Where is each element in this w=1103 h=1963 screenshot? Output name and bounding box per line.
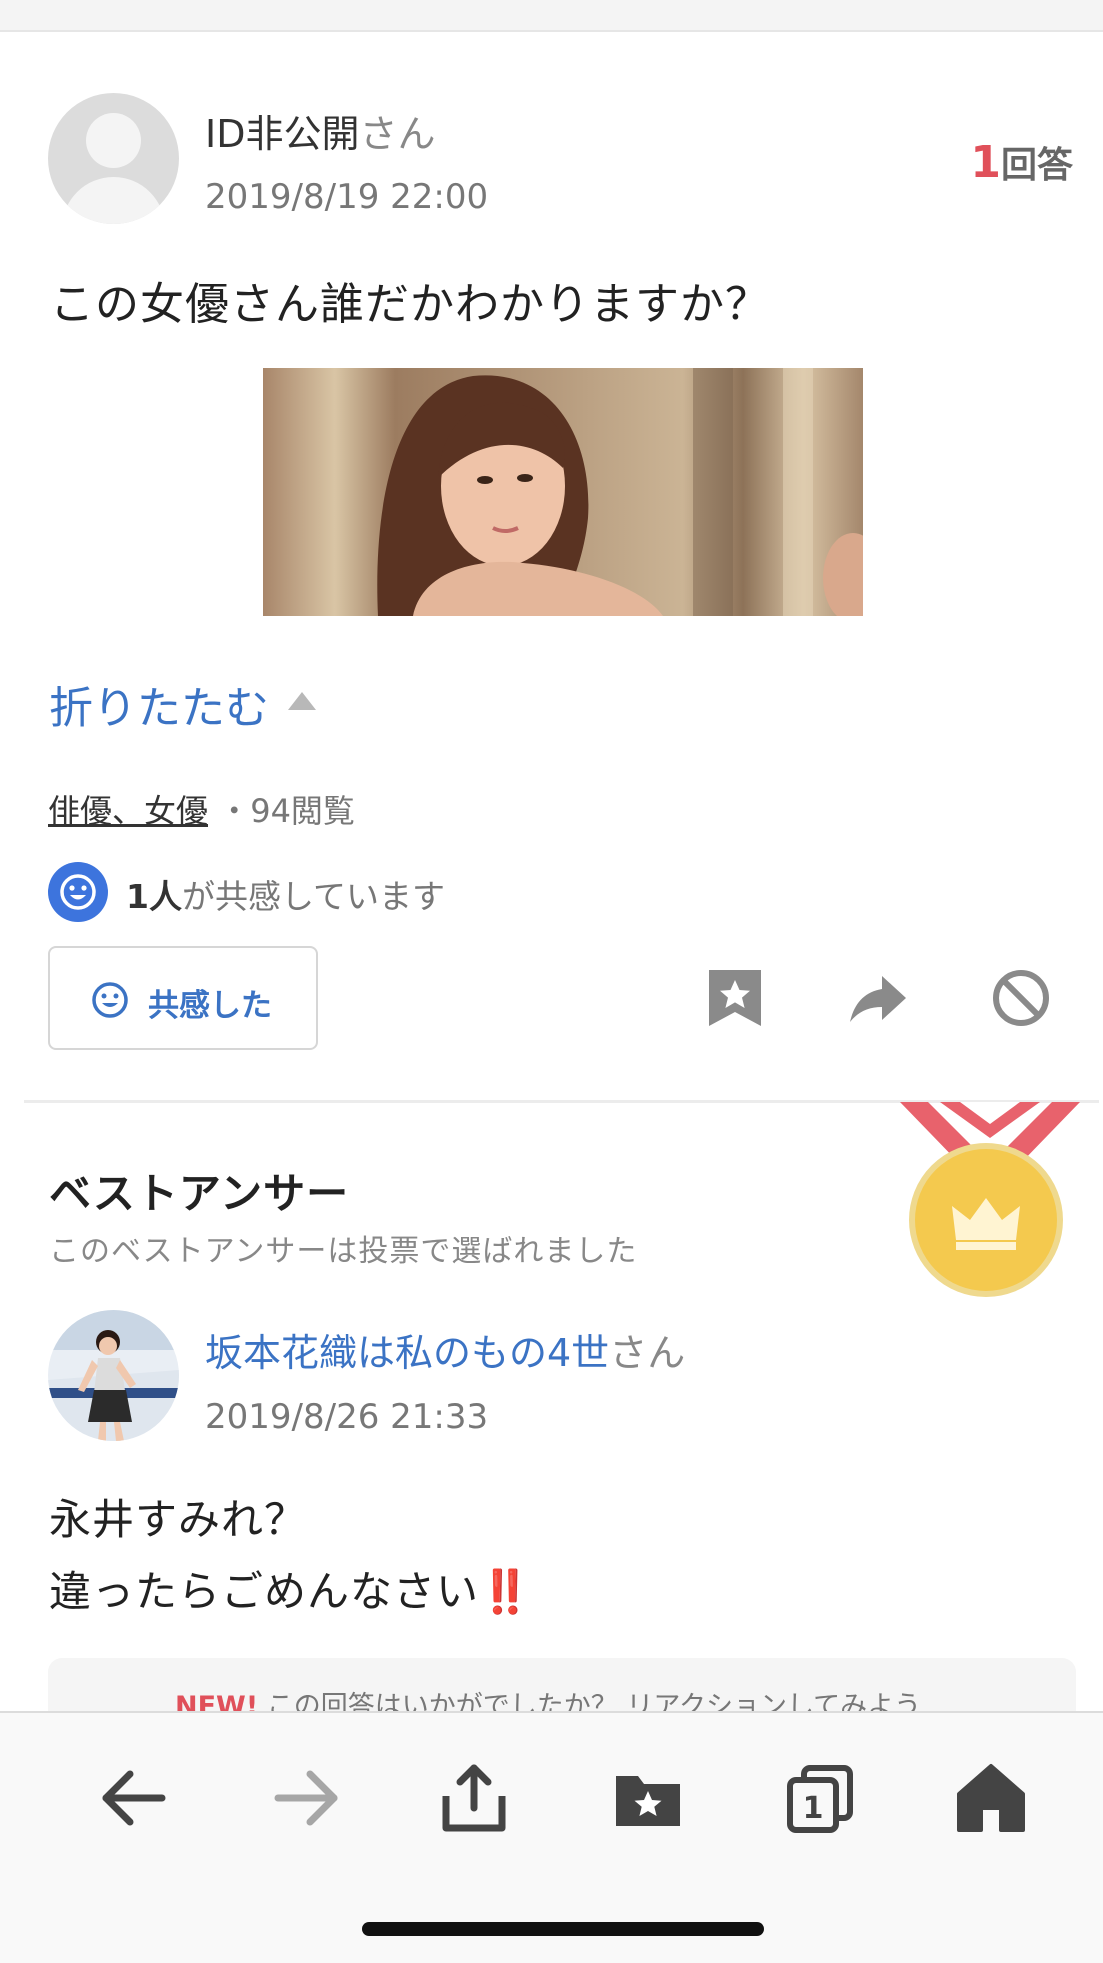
asker-avatar[interactable] [48, 93, 179, 224]
smile-badge-icon [48, 862, 108, 922]
answerer-avatar[interactable] [48, 1310, 179, 1441]
view-label: 閲覧 [290, 792, 355, 830]
empathy-button-label: 共感した [148, 988, 272, 1024]
empathy-button[interactable]: 共感した [48, 946, 318, 1050]
question-text: この女優さん誰だかわかりますか？ [50, 279, 770, 330]
back-icon[interactable] [98, 1762, 170, 1834]
answer-count-number: 1 [970, 137, 1001, 188]
empathy-count: 1人 [126, 877, 182, 916]
bookmark-icon[interactable] [703, 966, 767, 1030]
home-icon[interactable] [955, 1762, 1027, 1834]
question-date: 2019/8/19 22:00 [205, 177, 489, 217]
empathy-status: 1人が共感しています [126, 870, 445, 918]
tabs-icon[interactable]: 1 [784, 1762, 856, 1834]
category-link[interactable]: 俳優、女優 [48, 792, 208, 830]
collapse-up-icon[interactable] [288, 692, 316, 710]
asker-honorific: さん [359, 112, 436, 156]
answerer-name[interactable]: 坂本花織は私のもの4世さん [205, 1322, 685, 1377]
asker-name[interactable]: ID非公開さん [205, 103, 435, 158]
tabs-count: 1 [803, 1791, 824, 1826]
answer-text-line2: 違ったらごめんなさい‼️ [49, 1558, 532, 1619]
crown-medal-icon [900, 1102, 1080, 1302]
answer-text-line2-body: 違ったらごめんなさい [49, 1567, 480, 1616]
view-count: 94 [250, 792, 291, 830]
answerer-honorific: さん [609, 1331, 686, 1375]
question-image[interactable] [263, 368, 863, 616]
forward-icon[interactable] [270, 1762, 342, 1834]
answer-text-line1: 永井すみれ？ [49, 1495, 308, 1544]
collapse-link[interactable]: 折りたたむ [49, 672, 269, 736]
bookmarks-folder-icon[interactable] [612, 1762, 684, 1834]
smile-icon [90, 980, 130, 1024]
best-answer-subtitle: このベストアンサーは投票で選ばれました [49, 1234, 638, 1269]
answer-count[interactable]: 1回答 [970, 136, 1073, 188]
answerer-name-text: 坂本花織は私のもの4世 [205, 1331, 610, 1375]
asker-name-text: ID非公開 [205, 112, 360, 156]
empathy-suffix: が共感しています [181, 877, 445, 916]
category-views: 俳優、女優 ・94閲覧 [48, 786, 355, 832]
share-arrow-icon[interactable] [846, 966, 910, 1030]
answer-count-label: 回答 [1000, 145, 1073, 186]
answer-date: 2019/8/26 21:33 [205, 1397, 489, 1437]
best-answer-title: ベストアンサー [49, 1169, 350, 1218]
home-indicator[interactable] [362, 1922, 764, 1936]
block-icon[interactable] [989, 966, 1053, 1030]
separator: ・ [218, 792, 251, 830]
top-bar [0, 0, 1103, 32]
share-icon[interactable] [438, 1762, 510, 1834]
double-exclamation-icon: ‼️ [479, 1567, 533, 1616]
